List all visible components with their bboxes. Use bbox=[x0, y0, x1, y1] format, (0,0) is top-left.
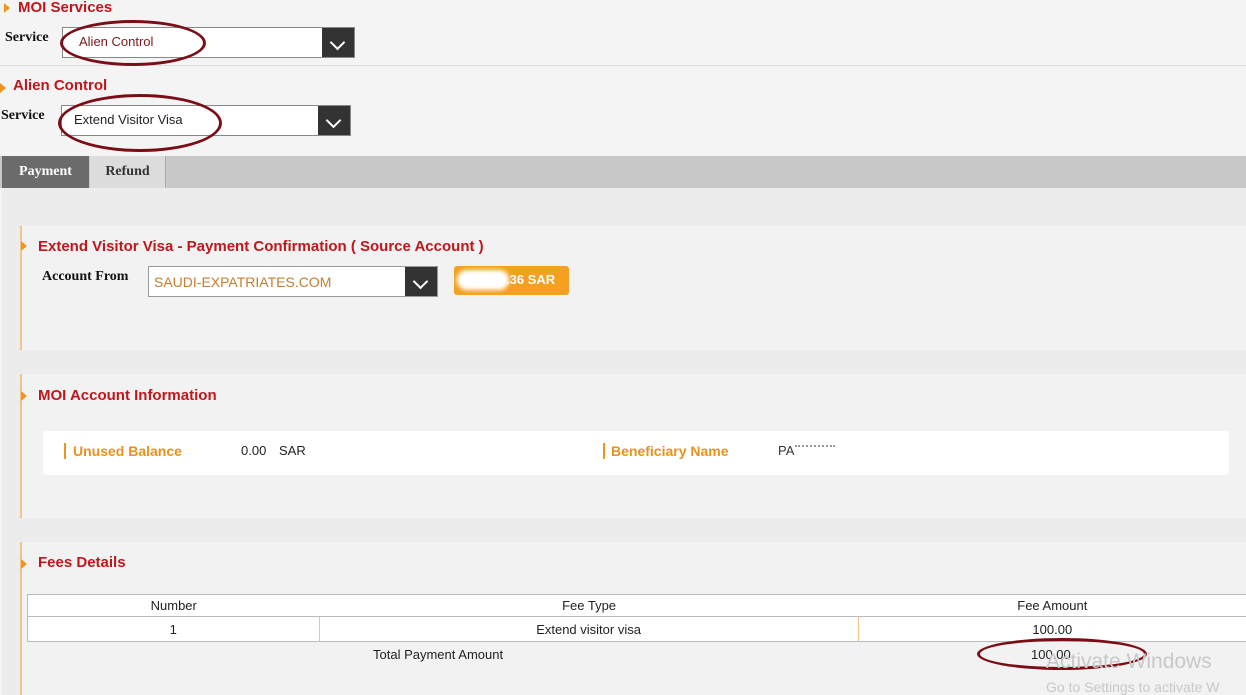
account-from-label: Account From bbox=[42, 269, 129, 284]
beneficiary-name-label: Beneficiary Name bbox=[611, 443, 729, 459]
annotation-oval bbox=[60, 20, 206, 66]
moi-services-title: MOI Services bbox=[18, 0, 113, 16]
watermark-line2: Go to Settings to activate W bbox=[1046, 679, 1220, 695]
field-marker bbox=[64, 443, 66, 459]
service-label: Service bbox=[1, 108, 45, 123]
column-header-number: Number bbox=[150, 598, 197, 613]
table-header: Number Fee Type Fee Amount bbox=[27, 594, 1246, 616]
field-marker bbox=[603, 443, 605, 459]
alien-control-section: Alien Control Service Extend Visitor Vis… bbox=[0, 70, 1246, 156]
annotation-oval bbox=[58, 94, 222, 152]
redaction-mark bbox=[457, 270, 509, 290]
payment-confirmation-panel: Extend Visitor Visa - Payment Confirmati… bbox=[20, 226, 1246, 350]
total-payment-label: Total Payment Amount bbox=[373, 647, 504, 662]
redacted-name bbox=[795, 445, 835, 451]
moi-services-section: MOI Services Service Alien Control bbox=[0, 0, 1246, 66]
account-from-select[interactable]: SAUDI-EXPATRIATES.COM bbox=[148, 266, 438, 297]
section-arrow-icon bbox=[21, 559, 27, 569]
section-arrow-icon bbox=[4, 3, 10, 13]
service-label: Service bbox=[5, 30, 49, 45]
fee-row-type: Extend visitor visa bbox=[320, 617, 859, 641]
moi-account-title: MOI Account Information bbox=[38, 387, 217, 404]
section-arrow-icon bbox=[21, 241, 27, 251]
unused-balance-value: 0.00 bbox=[241, 443, 267, 458]
chevron-down-icon[interactable] bbox=[322, 28, 354, 57]
watermark-line1: Activate Windows bbox=[1046, 650, 1212, 673]
alien-control-title: Alien Control bbox=[13, 77, 108, 94]
payment-confirmation-title: Extend Visitor Visa - Payment Confirmati… bbox=[38, 238, 484, 255]
section-arrow-icon bbox=[0, 83, 6, 93]
tab-refund[interactable]: Refund bbox=[90, 156, 166, 188]
column-header-fee-type: Fee Type bbox=[562, 598, 617, 613]
balance-text: .36 SAR bbox=[506, 272, 556, 287]
chevron-down-icon[interactable] bbox=[318, 106, 350, 135]
column-header-fee-amount: Fee Amount bbox=[1017, 598, 1088, 613]
chevron-down-icon[interactable] bbox=[405, 267, 437, 296]
unused-balance-label: Unused Balance bbox=[73, 443, 182, 459]
tab-bar: Payment Refund bbox=[0, 156, 1246, 188]
account-info-box: Unused Balance 0.00 SAR Beneficiary Name… bbox=[43, 431, 1229, 475]
beneficiary-name-value: PA bbox=[778, 443, 795, 458]
fee-row-number: 1 bbox=[28, 617, 320, 641]
unused-balance-currency: SAR bbox=[279, 443, 306, 458]
moi-account-panel: MOI Account Information Unused Balance 0… bbox=[20, 374, 1246, 518]
tab-payment[interactable]: Payment bbox=[2, 156, 89, 188]
fees-details-title: Fees Details bbox=[38, 554, 126, 571]
account-balance-badge: .36 SAR bbox=[454, 266, 569, 295]
account-value: SAUDI-EXPATRIATES.COM bbox=[154, 274, 332, 290]
section-arrow-icon bbox=[21, 391, 27, 401]
